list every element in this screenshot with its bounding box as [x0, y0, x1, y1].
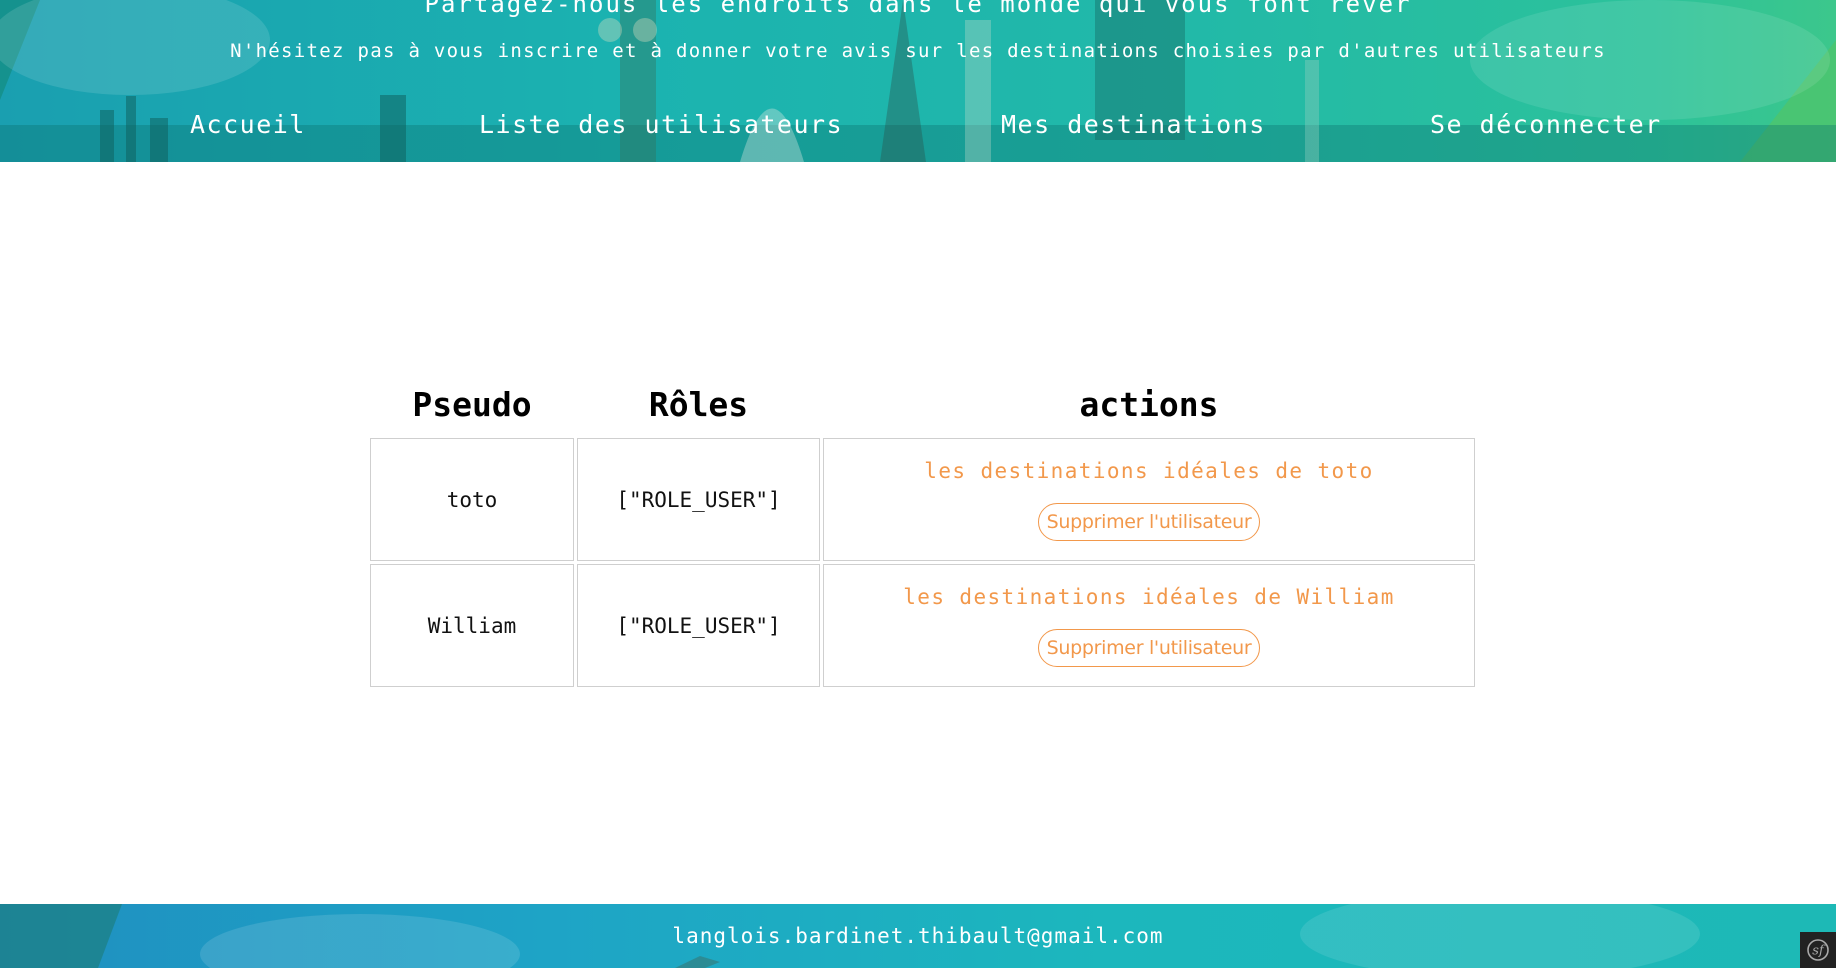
table-header-row: Pseudo Rôles actions [370, 373, 1475, 435]
nav-accueil[interactable]: Accueil [190, 110, 306, 139]
page-subtitle: N'hésitez pas à vous inscrire et à donne… [230, 40, 1606, 62]
cell-roles: ["ROLE_USER"] [577, 438, 820, 561]
users-table: Pseudo Rôles actions toto ["ROLE_USER"] … [367, 370, 1478, 690]
symfony-debug-toolbar-toggle[interactable]: sf [1800, 932, 1836, 968]
column-header-pseudo: Pseudo [412, 384, 532, 424]
column-header-actions: actions [1079, 384, 1219, 424]
site-footer: langlois.bardinet.thibault@gmail.com [0, 904, 1836, 968]
column-header-roles: Rôles [648, 384, 749, 424]
symfony-icon: sf [1807, 939, 1829, 961]
cell-pseudo: toto [370, 438, 574, 561]
cell-actions: les destinations idéales de William Supp… [823, 564, 1475, 687]
page-title: Partagez-nous les endroits dans le monde… [424, 0, 1412, 18]
cell-actions: les destinations idéales de toto Supprim… [823, 438, 1475, 561]
delete-user-button[interactable]: Supprimer l'utilisateur [1037, 628, 1261, 667]
contact-email[interactable]: langlois.bardinet.thibault@gmail.com [0, 924, 1836, 948]
user-destinations-link[interactable]: les destinations idéales de toto [824, 459, 1474, 483]
cell-pseudo: William [370, 564, 574, 687]
nav-my-destinations[interactable]: Mes destinations [1001, 110, 1266, 139]
table-row: toto ["ROLE_USER"] les destinations idéa… [370, 438, 1475, 561]
delete-user-button[interactable]: Supprimer l'utilisateur [1037, 502, 1261, 541]
user-destinations-link[interactable]: les destinations idéales de William [824, 585, 1474, 609]
table-row: William ["ROLE_USER"] les destinations i… [370, 564, 1475, 687]
site-header: Partagez-nous les endroits dans le monde… [0, 0, 1836, 162]
nav-user-list[interactable]: Liste des utilisateurs [479, 110, 843, 139]
nav-logout[interactable]: Se déconnecter [1430, 110, 1662, 139]
cell-roles: ["ROLE_USER"] [577, 564, 820, 687]
svg-text:sf: sf [1812, 944, 1826, 959]
